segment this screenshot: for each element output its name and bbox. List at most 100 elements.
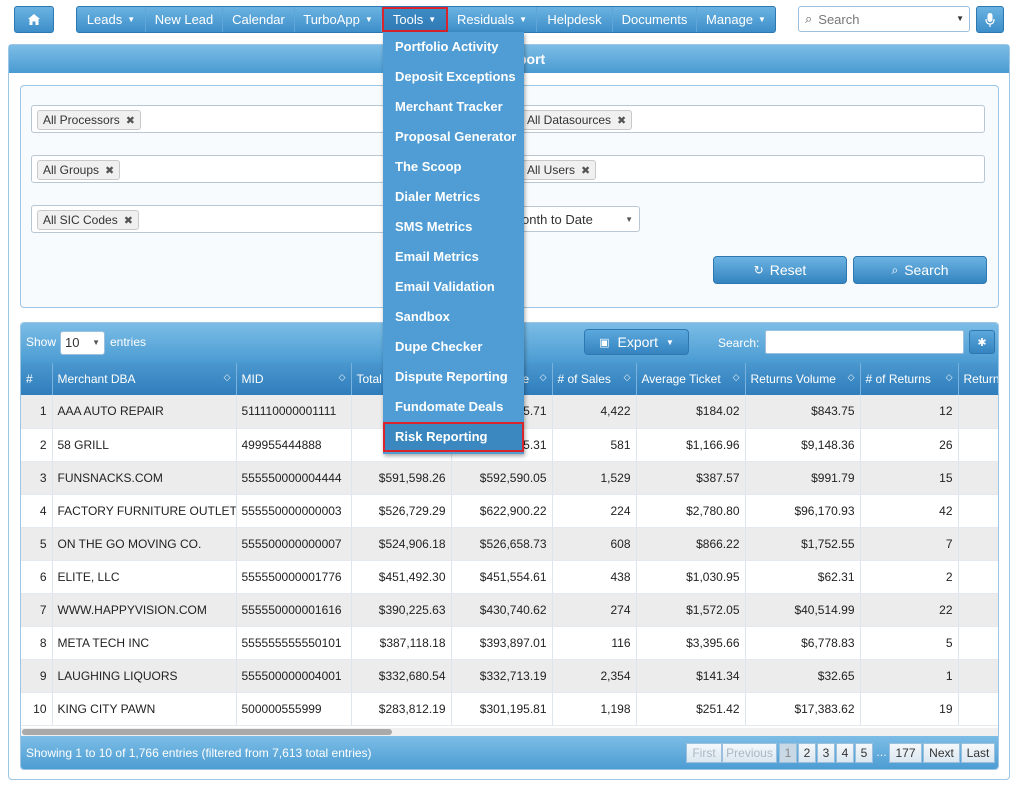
sic-codes-filter[interactable]: All SIC Codes ✖: [31, 205, 385, 233]
nav-documents[interactable]: Documents: [613, 7, 697, 32]
nav-calendar[interactable]: Calendar: [223, 7, 295, 32]
export-button[interactable]: ▣ Export ▼: [584, 329, 689, 355]
table-cell: 5: [860, 626, 959, 660]
column-settings-button[interactable]: ✱: [969, 330, 995, 354]
table-row[interactable]: 4 FACTORY FURNITURE OUTLET 555550000000003…: [21, 494, 998, 528]
table-cell: $6,778.83: [745, 626, 861, 660]
table-cell: $866.22: [636, 527, 746, 561]
column-header[interactable]: MID ◇: [236, 363, 352, 395]
table-cell: $592,590.05: [451, 461, 553, 495]
users-filter[interactable]: All Users ✖: [515, 155, 985, 183]
table-row[interactable]: 7 WWW.HAPPYVISION.COM 555550000001616 $390,…: [21, 593, 998, 627]
next-page-button[interactable]: Next: [923, 743, 960, 763]
date-range-select[interactable]: onth to Date ▼: [515, 206, 640, 232]
table-search-input[interactable]: [765, 330, 964, 354]
menu-item-proposal-generator[interactable]: Proposal Generator: [383, 122, 524, 152]
table-row[interactable]: 3 FUNSNACKS.COM 555550000004444 $591,598.26…: [21, 461, 998, 495]
last-page-button[interactable]: Last: [961, 743, 995, 763]
menu-item-portfolio-activity[interactable]: Portfolio Activity: [383, 32, 524, 62]
close-icon[interactable]: ✖: [617, 114, 626, 127]
page-button-last-number[interactable]: 177: [889, 743, 922, 763]
nav-turboapp[interactable]: TurboApp ▼: [295, 7, 382, 32]
table-cell: KING CITY PAWN: [52, 692, 237, 726]
search-button[interactable]: ⌕ Search: [853, 256, 987, 284]
menu-item-dispute-reporting[interactable]: Dispute Reporting: [383, 362, 524, 392]
search-icon: ⌕: [891, 262, 899, 277]
menu-item-deposit-exceptions[interactable]: Deposit Exceptions: [383, 62, 524, 92]
entries-label: entries: [110, 335, 147, 349]
menu-item-dialer-metrics[interactable]: Dialer Metrics: [383, 182, 524, 212]
column-header[interactable]: Average Ticket ◇: [636, 363, 746, 395]
menu-item-email-metrics[interactable]: Email Metrics: [383, 242, 524, 272]
table-cell: 499955444888: [236, 428, 352, 462]
groups-filter[interactable]: All Groups ✖: [31, 155, 385, 183]
page-button-5[interactable]: 5: [855, 743, 873, 763]
menu-item-email-validation[interactable]: Email Validation: [383, 272, 524, 302]
global-search-input[interactable]: ⌕ Search ▼: [798, 6, 970, 32]
column-header[interactable]: #: [21, 363, 53, 395]
table-cell: 3: [21, 461, 53, 495]
chevron-down-icon[interactable]: ▼: [956, 14, 964, 23]
table-row[interactable]: 9 LAUGHING LIQUORS 555500000004001 $332,680…: [21, 659, 998, 693]
menu-item-risk-reporting[interactable]: Risk Reporting: [383, 422, 524, 452]
table-row[interactable]: 6 ELITE, LLC 555550000001776 $451,492.30 $45…: [21, 560, 998, 594]
page-button-2[interactable]: 2: [798, 743, 816, 763]
table-cell: ON THE GO MOVING CO.: [52, 527, 237, 561]
menu-item-the-scoop[interactable]: The Scoop: [383, 152, 524, 182]
table-cell: META TECH INC: [52, 626, 237, 660]
table-cell: 581: [552, 428, 637, 462]
column-header[interactable]: # of Sales ◇: [552, 363, 637, 395]
nav-residuals[interactable]: Residuals ▼: [448, 7, 537, 32]
column-header[interactable]: # of Returns ◇: [860, 363, 959, 395]
column-header[interactable]: Return: [958, 363, 998, 395]
table-cell: [958, 527, 998, 561]
page-button-3[interactable]: 3: [817, 743, 835, 763]
first-page-button[interactable]: First: [686, 743, 722, 763]
scrollbar-thumb[interactable]: [22, 729, 392, 735]
column-header[interactable]: Returns Volume ◇: [745, 363, 861, 395]
table-row[interactable]: 8 META TECH INC 555555555550101 $387,118.18…: [21, 626, 998, 660]
processors-filter[interactable]: All Processors ✖: [31, 105, 385, 133]
nav-manage[interactable]: Manage ▼: [697, 7, 775, 32]
nav-new-lead[interactable]: New Lead: [146, 7, 223, 32]
table-cell: WWW.HAPPYVISION.COM: [52, 593, 237, 627]
page-button-1[interactable]: 1: [779, 743, 797, 763]
datasources-filter[interactable]: All Datasources ✖: [515, 105, 985, 133]
column-header[interactable]: Merchant DBA ◇: [52, 363, 237, 395]
menu-item-sandbox[interactable]: Sandbox: [383, 302, 524, 332]
table-cell: [958, 428, 998, 462]
close-icon[interactable]: ✖: [105, 164, 114, 177]
menu-item-sms-metrics[interactable]: SMS Metrics: [383, 212, 524, 242]
sort-icon: ◇: [539, 372, 547, 382]
table-cell: [958, 626, 998, 660]
table-cell: 224: [552, 494, 637, 528]
menu-item-fundomate-deals[interactable]: Fundomate Deals: [383, 392, 524, 422]
reset-button[interactable]: ↻ Reset: [713, 256, 847, 284]
table-row[interactable]: 10 KING CITY PAWN 500000555999 $283,812.19 $…: [21, 692, 998, 726]
table-cell: 1: [21, 395, 53, 429]
page-length-select[interactable]: 10 ▼: [60, 331, 105, 355]
chevron-down-icon: ▼: [519, 15, 527, 24]
main-menu-bar: Leads ▼ New Lead Calendar TurboApp ▼ Tools…: [76, 6, 776, 33]
menu-item-merchant-tracker[interactable]: Merchant Tracker: [383, 92, 524, 122]
nav-tools[interactable]: Tools ▼: [382, 7, 448, 32]
nav-helpdesk[interactable]: Helpdesk: [537, 7, 613, 32]
table-cell: $2,780.80: [636, 494, 746, 528]
sort-icon: ◇: [732, 372, 740, 382]
horizontal-scrollbar[interactable]: [21, 728, 998, 736]
voice-search-button[interactable]: [976, 6, 1004, 33]
nav-leads[interactable]: Leads ▼: [77, 7, 146, 32]
close-icon[interactable]: ✖: [126, 114, 135, 127]
table-cell: 15: [860, 461, 959, 495]
previous-page-button[interactable]: Previous: [722, 743, 777, 763]
home-button[interactable]: [14, 6, 54, 33]
table-cell: $387,118.18: [351, 626, 452, 660]
table-cell: 4,422: [552, 395, 637, 429]
entries-info: Showing 1 to 10 of 1,766 entries (filter…: [26, 746, 372, 760]
menu-item-dupe-checker[interactable]: Dupe Checker: [383, 332, 524, 362]
page-button-4[interactable]: 4: [836, 743, 854, 763]
table-cell: 5: [21, 527, 53, 561]
table-row[interactable]: 5 ON THE GO MOVING CO. 555500000000007 $524…: [21, 527, 998, 561]
close-icon[interactable]: ✖: [124, 214, 133, 227]
close-icon[interactable]: ✖: [581, 164, 590, 177]
